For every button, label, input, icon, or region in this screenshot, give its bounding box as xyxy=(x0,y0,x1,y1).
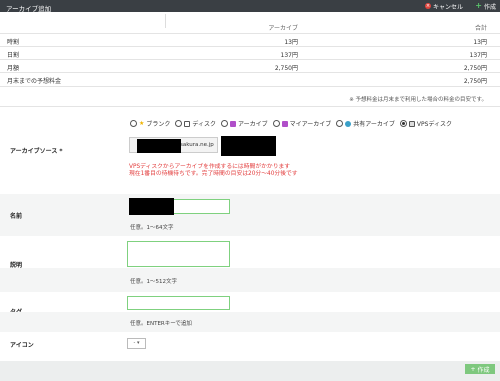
pricing-row-archive: 2,750円 xyxy=(274,65,298,72)
archive-source-label: アーカイブソース * xyxy=(10,148,63,155)
star-icon: ★ xyxy=(139,120,145,127)
radio-label: ブランク xyxy=(146,121,171,128)
pricing-row-total: 2,750円 xyxy=(463,65,487,72)
description-field-band xyxy=(0,268,500,292)
create-button-header[interactable]: + 作成 xyxy=(475,1,496,11)
name-field-row xyxy=(0,194,500,236)
cancel-button-label: キャンセル xyxy=(432,3,463,11)
vps-warning: VPSディスクからアーカイブを作成するには時間がかかります 現在1番目の待機待ち… xyxy=(129,164,298,178)
tag-field-band xyxy=(0,312,500,332)
cancel-button[interactable]: × キャンセル xyxy=(424,2,463,11)
divider xyxy=(0,33,500,34)
radio-disk[interactable]: ディスク xyxy=(175,119,216,128)
radio-circle[interactable] xyxy=(336,120,344,127)
radio-circle-selected[interactable] xyxy=(399,120,407,127)
radio-label: 共有アーカイブ xyxy=(353,121,395,128)
icon-label: アイコン xyxy=(10,342,34,349)
pricing-row: 日割 137円 137円 xyxy=(0,49,500,59)
chevron-down-icon: ▾ xyxy=(136,340,140,346)
footer-bar xyxy=(0,361,500,381)
pricing-row-label: 時割 xyxy=(7,39,20,46)
tag-input[interactable] xyxy=(127,296,230,310)
pricing-row-label: 月額 xyxy=(7,65,20,72)
warning-line: 現在1番目の待機待ちです。完了時間の目安は20分～40分後です xyxy=(129,171,298,177)
divider xyxy=(0,72,500,73)
radio-label: VPSディスク xyxy=(416,121,453,128)
create-button-label: 作成 xyxy=(477,366,490,374)
radio-vps-disk[interactable]: VPSディスク xyxy=(399,119,453,128)
pricing-row-label: 日割 xyxy=(7,52,20,59)
pricing-header-row: アーカイブ 合計 xyxy=(0,22,500,32)
pricing-row-total: 13円 xyxy=(473,39,487,46)
create-button-footer[interactable]: + 作成 xyxy=(465,364,495,374)
header-bar: アーカイブ追加 × キャンセル + 作成 xyxy=(0,0,500,13)
divider xyxy=(0,46,500,47)
page-title: アーカイブ追加 xyxy=(6,5,52,13)
radio-shared-archive[interactable]: 共有アーカイブ xyxy=(336,119,395,128)
redacted-block xyxy=(129,198,174,215)
description-hint: 任意。1～512文字 xyxy=(130,279,177,285)
vps-disk-icon xyxy=(408,120,415,127)
shared-archive-icon xyxy=(345,120,352,127)
name-hint: 任意。1～64文字 xyxy=(130,225,174,231)
redacted-block xyxy=(221,136,276,156)
divider xyxy=(0,59,500,60)
name-label: 名前 xyxy=(10,213,23,220)
pricing-row: 時割 13円 13円 xyxy=(0,36,500,46)
radio-circle[interactable] xyxy=(272,120,280,127)
description-textarea[interactable] xyxy=(127,241,230,267)
radio-label: マイアーカイブ xyxy=(289,121,332,128)
archive-icon xyxy=(230,120,236,127)
disk-icon xyxy=(184,120,191,127)
pricing-col-archive: アーカイブ xyxy=(268,25,298,32)
pricing-row: 月末までの予想料金 2,750円 xyxy=(0,75,500,85)
divider xyxy=(0,86,500,87)
radio-blank[interactable]: ★ ブランク xyxy=(130,119,170,128)
redacted-block xyxy=(137,139,181,153)
radio-my-archive[interactable]: マイアーカイブ xyxy=(272,119,332,128)
plus-icon: + xyxy=(475,1,482,10)
create-button-label: 作成 xyxy=(483,3,496,11)
icon-select[interactable]: - ▾ xyxy=(127,338,146,349)
radio-label: ディスク xyxy=(192,121,216,128)
pricing-row-label: 月末までの予想料金 xyxy=(7,78,62,85)
radio-circle[interactable] xyxy=(175,120,183,127)
icon-select-value: - xyxy=(133,340,136,346)
pricing-row-archive: 137円 xyxy=(280,52,298,59)
radio-archive[interactable]: アーカイブ xyxy=(221,119,268,128)
pricing-row-total: 2,750円 xyxy=(463,78,487,85)
my-archive-icon xyxy=(281,120,288,127)
tag-hint: 任意。ENTERキーで追加 xyxy=(130,321,192,327)
radio-circle[interactable] xyxy=(221,120,228,127)
archive-source-options: ★ ブランク ディスク アーカイブ マイアーカイブ 共有アーカイブ VPSディス… xyxy=(130,119,452,128)
pricing-row-total: 137円 xyxy=(469,52,487,59)
radio-label: アーカイブ xyxy=(238,121,268,128)
pricing-col-total: 合計 xyxy=(474,25,487,32)
plus-icon: + xyxy=(470,365,476,373)
server-name-fragment: sakura.ne.jp xyxy=(180,142,214,148)
pricing-note: ※ 予想料金は月末まで利用した場合の料金の目安です。 xyxy=(349,97,487,103)
radio-circle[interactable] xyxy=(130,120,137,127)
pricing-row-archive: 13円 xyxy=(284,39,298,46)
pricing-row: 月額 2,750円 2,750円 xyxy=(0,62,500,72)
close-icon: × xyxy=(424,3,431,9)
warning-line: VPSディスクからアーカイブを作成するには時間がかかります xyxy=(129,164,291,170)
divider xyxy=(0,106,500,107)
